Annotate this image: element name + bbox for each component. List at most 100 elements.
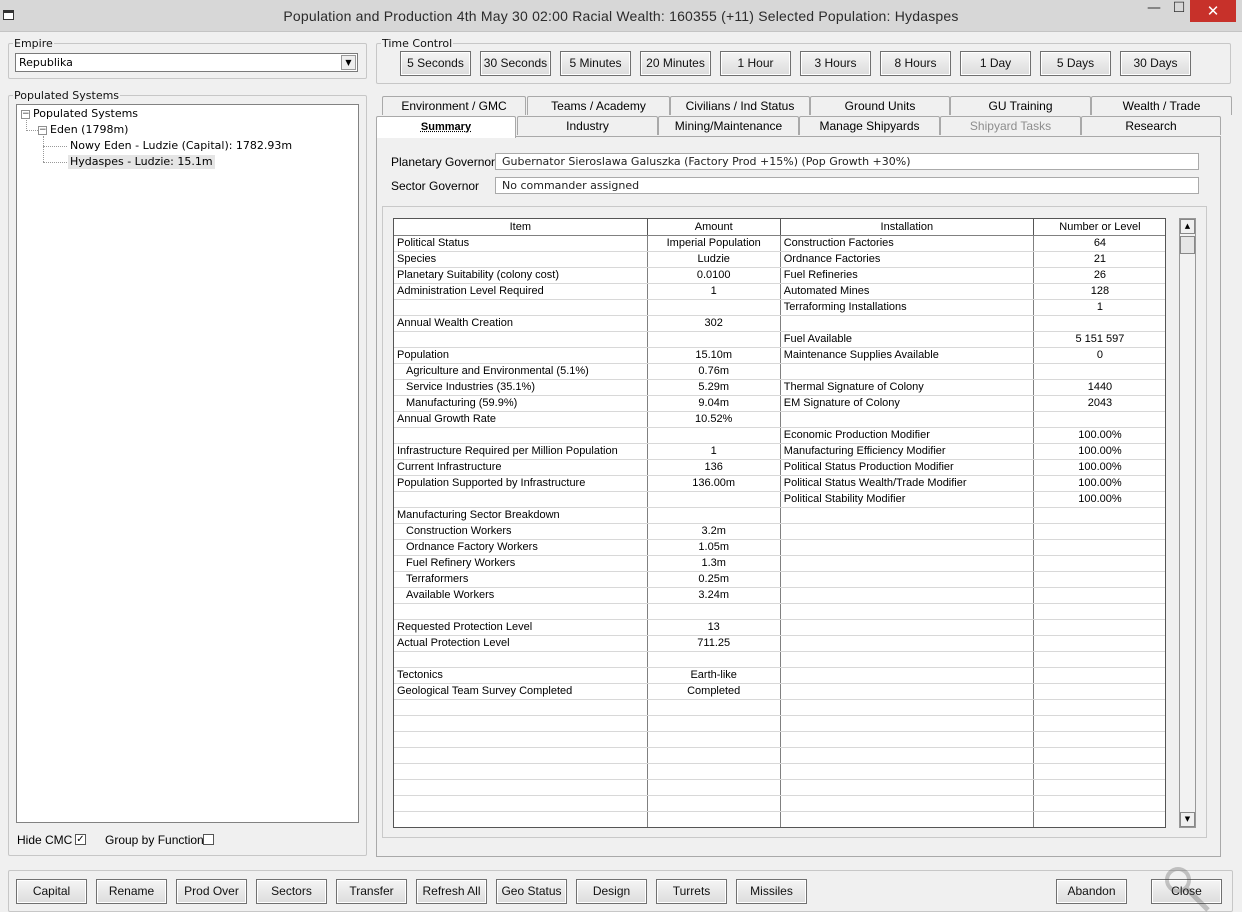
tree-system-eden[interactable]: − Eden (1798m) xyxy=(38,123,128,137)
time-30-seconds-button[interactable]: 30 Seconds xyxy=(480,51,551,76)
table-row[interactable]: Geological Team Survey Completed Complete… xyxy=(394,683,1165,700)
populated-systems-tree[interactable]: − Populated Systems − Eden (1798m) Nowy Ed… xyxy=(16,104,359,823)
table-row[interactable]: Fuel Refinery Workers 1.3m xyxy=(394,555,1165,572)
cell-amount: 15.10m xyxy=(647,347,781,364)
refresh-all-button[interactable]: Refresh All xyxy=(416,879,487,904)
table-row[interactable]: Terraformers 0.25m xyxy=(394,571,1165,588)
time-1-day-button[interactable]: 1 Day xyxy=(960,51,1031,76)
column-header-installation[interactable]: Installation xyxy=(780,219,1034,236)
turrets-button[interactable]: Turrets xyxy=(656,879,727,904)
cell-amount xyxy=(647,331,781,348)
time-5-seconds-button[interactable]: 5 Seconds xyxy=(400,51,471,76)
tab-environment-gmc[interactable]: Environment / GMC xyxy=(382,96,526,115)
collapse-icon[interactable]: − xyxy=(38,126,47,135)
tab-civilians-ind-status[interactable]: Civilians / Ind Status xyxy=(670,96,810,115)
scroll-up-icon[interactable]: ▲ xyxy=(1180,219,1195,234)
table-row[interactable]: Agriculture and Environmental (5.1%) 0.76… xyxy=(394,363,1165,380)
table-row[interactable]: Construction Workers 3.2m xyxy=(394,523,1165,540)
table-row[interactable]: Available Workers 3.24m xyxy=(394,587,1165,604)
table-row[interactable] xyxy=(394,811,1165,827)
summary-table[interactable]: Item Amount Installation Number or Level… xyxy=(393,218,1166,828)
maximize-button[interactable]: ☐ xyxy=(1168,0,1190,22)
hide-cmc-checkbox[interactable]: ✓ xyxy=(75,834,86,845)
transfer-button[interactable]: Transfer xyxy=(336,879,407,904)
tab-research[interactable]: Research xyxy=(1081,116,1221,135)
table-row[interactable]: Current Infrastructure 136 Political Statu… xyxy=(394,459,1165,476)
table-row[interactable]: Species Ludzie Ordnance Factories 21 xyxy=(394,251,1165,268)
prod-over-button[interactable]: Prod Over xyxy=(176,879,247,904)
table-row[interactable]: Tectonics Earth-like xyxy=(394,667,1165,684)
tab-ground-units[interactable]: Ground Units xyxy=(810,96,950,115)
capital-button[interactable]: Capital xyxy=(16,879,87,904)
table-row[interactable]: Actual Protection Level 711.25 xyxy=(394,635,1165,652)
design-button[interactable]: Design xyxy=(576,879,647,904)
time-1-hour-button[interactable]: 1 Hour xyxy=(720,51,791,76)
tree-root[interactable]: − Populated Systems xyxy=(21,107,138,121)
group-by-function-checkbox[interactable] xyxy=(203,834,214,845)
table-row[interactable]: Terraforming Installations 1 xyxy=(394,299,1165,316)
close-window-button[interactable]: ✕ xyxy=(1190,0,1236,22)
table-row[interactable] xyxy=(394,763,1165,780)
vertical-scrollbar[interactable]: ▲ ▼ xyxy=(1179,218,1196,828)
time-30-days-button[interactable]: 30 Days xyxy=(1120,51,1191,76)
table-row[interactable]: Manufacturing (59.9%) 9.04m EM Signature o… xyxy=(394,395,1165,412)
table-row[interactable]: Economic Production Modifier 100.00% xyxy=(394,427,1165,444)
table-row[interactable] xyxy=(394,651,1165,668)
abandon-button[interactable]: Abandon xyxy=(1056,879,1127,904)
column-header-amount[interactable]: Amount xyxy=(647,219,781,236)
cell-amount: 1 xyxy=(647,443,781,460)
tab-gu-training[interactable]: GU Training xyxy=(950,96,1091,115)
table-row[interactable]: Ordnance Factory Workers 1.05m xyxy=(394,539,1165,556)
tab-manage-shipyards[interactable]: Manage Shipyards xyxy=(799,116,940,135)
table-row[interactable] xyxy=(394,731,1165,748)
minimize-button[interactable]: — xyxy=(1140,0,1168,22)
cell-item xyxy=(394,747,648,764)
tab-mining-maintenance[interactable]: Mining/Maintenance xyxy=(658,116,799,135)
tab-summary[interactable]: Summary xyxy=(376,116,516,138)
table-row[interactable] xyxy=(394,779,1165,796)
missiles-button[interactable]: Missiles xyxy=(736,879,807,904)
empire-select[interactable]: Republika ▼ xyxy=(15,53,358,72)
table-row[interactable]: Infrastructure Required per Million Popu… xyxy=(394,443,1165,460)
sectors-button[interactable]: Sectors xyxy=(256,879,327,904)
tab-teams-academy[interactable]: Teams / Academy xyxy=(527,96,670,115)
table-row[interactable]: Population Supported by Infrastructure 13… xyxy=(394,475,1165,492)
table-row[interactable] xyxy=(394,715,1165,732)
collapse-icon[interactable]: − xyxy=(21,110,30,119)
table-row[interactable]: Service Industries (35.1%) 5.29m Thermal S… xyxy=(394,379,1165,396)
table-row[interactable]: Annual Wealth Creation 302 xyxy=(394,315,1165,332)
column-header-item[interactable]: Item xyxy=(394,219,648,236)
table-row[interactable] xyxy=(394,699,1165,716)
table-row[interactable]: Fuel Available 5 151 597 xyxy=(394,331,1165,348)
geo-status-button[interactable]: Geo Status xyxy=(496,879,567,904)
cell-amount: 3.24m xyxy=(647,587,781,604)
table-row[interactable]: Annual Growth Rate 10.52% xyxy=(394,411,1165,428)
table-row[interactable]: Political Stability Modifier 100.00% xyxy=(394,491,1165,508)
tree-population-item[interactable]: Nowy Eden - Ludzie (Capital): 1782.93m xyxy=(68,139,294,153)
tab-industry[interactable]: Industry xyxy=(517,116,658,135)
cell-number-or-level: 21 xyxy=(1033,251,1165,268)
time-5-days-button[interactable]: 5 Days xyxy=(1040,51,1111,76)
scroll-thumb[interactable] xyxy=(1180,236,1195,254)
rename-button[interactable]: Rename xyxy=(96,879,167,904)
time-3-hours-button[interactable]: 3 Hours xyxy=(800,51,871,76)
table-row[interactable] xyxy=(394,747,1165,764)
table-row[interactable]: Requested Protection Level 13 xyxy=(394,619,1165,636)
scroll-down-icon[interactable]: ▼ xyxy=(1180,812,1195,827)
column-header-number-or-level[interactable]: Number or Level xyxy=(1033,219,1165,236)
time-20-minutes-button[interactable]: 20 Minutes xyxy=(640,51,711,76)
chevron-down-icon[interactable]: ▼ xyxy=(341,55,356,70)
cell-installation xyxy=(780,571,1034,588)
cell-amount: 302 xyxy=(647,315,781,332)
table-row[interactable] xyxy=(394,603,1165,620)
table-row[interactable]: Administration Level Required 1 Automated … xyxy=(394,283,1165,300)
time-8-hours-button[interactable]: 8 Hours xyxy=(880,51,951,76)
table-row[interactable] xyxy=(394,795,1165,812)
table-row[interactable]: Political Status Imperial Population Const… xyxy=(394,235,1165,252)
table-row[interactable]: Manufacturing Sector Breakdown xyxy=(394,507,1165,524)
table-row[interactable]: Population 15.10m Maintenance Supplies Ava… xyxy=(394,347,1165,364)
tree-population-item-selected[interactable]: Hydaspes - Ludzie: 15.1m xyxy=(68,155,215,169)
table-row[interactable]: Planetary Suitability (colony cost) 0.010… xyxy=(394,267,1165,284)
tab-wealth-trade[interactable]: Wealth / Trade xyxy=(1091,96,1232,115)
time-5-minutes-button[interactable]: 5 Minutes xyxy=(560,51,631,76)
